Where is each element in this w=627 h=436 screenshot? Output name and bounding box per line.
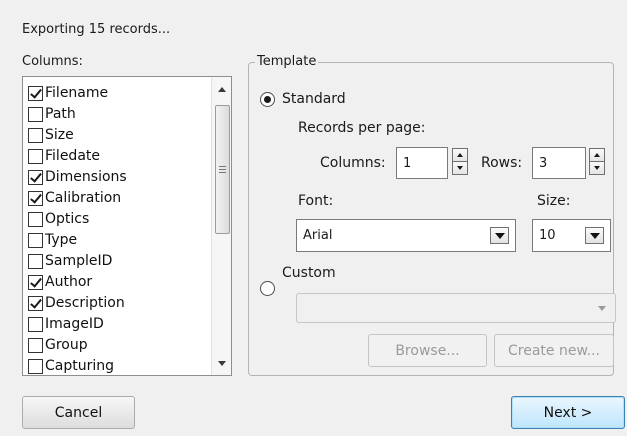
list-item-label: ImageID [45, 316, 104, 332]
group-checkbox[interactable] [28, 338, 43, 353]
rows-increment-button[interactable] [589, 148, 605, 162]
list-item-label: Filename [45, 85, 109, 101]
rows-spin-input[interactable]: 3 [532, 147, 586, 179]
list-item[interactable]: SampleID [28, 251, 127, 272]
size-checkbox[interactable] [28, 128, 43, 143]
chevron-down-icon [598, 306, 606, 311]
custom-radio[interactable] [260, 281, 275, 296]
font-dropdown-button[interactable] [490, 227, 509, 244]
columns-increment-button[interactable] [452, 148, 468, 162]
spin-up-icon [594, 153, 600, 157]
custom-label: Custom [282, 265, 336, 281]
chevron-down-icon [589, 232, 600, 239]
imageid-checkbox[interactable] [28, 317, 43, 332]
next-button[interactable]: Next > [511, 396, 625, 429]
records-per-page-label: Records per page: [298, 120, 426, 136]
size-select-value: 10 [539, 228, 556, 243]
list-item-label: Group [45, 337, 88, 353]
standard-label: Standard [282, 91, 346, 107]
spin-up-icon [457, 153, 463, 157]
rows-spin-label: Rows: [481, 155, 523, 171]
chevron-down-icon [494, 232, 505, 239]
list-item[interactable]: Type [28, 230, 127, 251]
font-select-value: Arial [303, 228, 333, 243]
list-item-label: SampleID [45, 253, 113, 269]
list-item-label: Author [45, 274, 93, 290]
dimensions-checkbox[interactable] [28, 170, 43, 185]
columns-list: Filename Path Size Filedate Dimensions C… [28, 83, 127, 375]
cancel-button[interactable]: Cancel [22, 396, 135, 429]
list-item[interactable]: Description [28, 293, 127, 314]
list-item[interactable]: Optics [28, 209, 127, 230]
list-item[interactable]: Author [28, 272, 127, 293]
scroll-up-arrow-icon [218, 86, 226, 92]
capturing-checkbox[interactable] [28, 359, 43, 374]
list-item-label: Description [45, 295, 125, 311]
scroll-up-button[interactable] [212, 79, 231, 99]
sampleid-checkbox[interactable] [28, 254, 43, 269]
columns-decrement-button[interactable] [452, 161, 468, 175]
filename-checkbox[interactable] [28, 86, 43, 101]
list-item-label: Calibration [45, 190, 122, 206]
spin-down-icon [594, 166, 600, 170]
type-checkbox[interactable] [28, 233, 43, 248]
export-status-text: Exporting 15 records... [22, 22, 171, 37]
size-select[interactable]: 10 [532, 219, 611, 252]
author-checkbox[interactable] [28, 275, 43, 290]
size-dropdown-button[interactable] [585, 227, 604, 244]
rows-decrement-button[interactable] [589, 161, 605, 175]
description-checkbox[interactable] [28, 296, 43, 311]
thumb-grip-line [219, 172, 226, 173]
font-select[interactable]: Arial [296, 219, 516, 252]
list-item[interactable]: Filename [28, 83, 127, 104]
font-label: Font: [298, 193, 334, 209]
optics-checkbox[interactable] [28, 212, 43, 227]
list-item[interactable]: Calibration [28, 188, 127, 209]
list-item[interactable]: Capturing [28, 356, 127, 375]
list-item[interactable]: Size [28, 125, 127, 146]
columns-scrollbar[interactable] [211, 77, 231, 375]
list-item-label: Path [45, 106, 76, 122]
list-item[interactable]: Group [28, 335, 127, 356]
spin-down-icon [457, 166, 463, 170]
list-item-label: Capturing [45, 358, 115, 374]
list-item[interactable]: ImageID [28, 314, 127, 335]
list-item-label: Type [45, 232, 78, 248]
rows-spinner[interactable] [589, 148, 605, 175]
columns-spin-input[interactable]: 1 [396, 147, 448, 179]
browse-button[interactable]: Browse... [368, 334, 487, 367]
scroll-thumb[interactable] [215, 105, 230, 234]
columns-spin-value: 1 [403, 155, 412, 171]
thumb-grip-line [219, 169, 226, 170]
list-item[interactable]: Filedate [28, 146, 127, 167]
columns-label: Columns: [22, 54, 83, 69]
custom-template-combo[interactable] [296, 293, 616, 323]
filedate-checkbox[interactable] [28, 149, 43, 164]
list-item[interactable]: Path [28, 104, 127, 125]
list-item-label: Filedate [45, 148, 100, 164]
calibration-checkbox[interactable] [28, 191, 43, 206]
list-item[interactable]: Dimensions [28, 167, 127, 188]
scroll-down-arrow-icon [218, 360, 226, 366]
list-item-label: Dimensions [45, 169, 127, 185]
template-legend: Template [255, 54, 319, 70]
standard-radio[interactable] [260, 92, 275, 107]
create-new-button[interactable]: Create new... [494, 334, 614, 367]
columns-spinner[interactable] [452, 148, 468, 175]
columns-listbox[interactable]: Filename Path Size Filedate Dimensions C… [22, 76, 232, 376]
scroll-down-button[interactable] [212, 353, 231, 373]
columns-spin-label: Columns: [320, 155, 386, 171]
list-item-label: Optics [45, 211, 90, 227]
list-item-label: Size [45, 127, 74, 143]
thumb-grip-line [219, 166, 226, 167]
rows-spin-value: 3 [539, 155, 548, 171]
path-checkbox[interactable] [28, 107, 43, 122]
size-label: Size: [537, 193, 571, 209]
